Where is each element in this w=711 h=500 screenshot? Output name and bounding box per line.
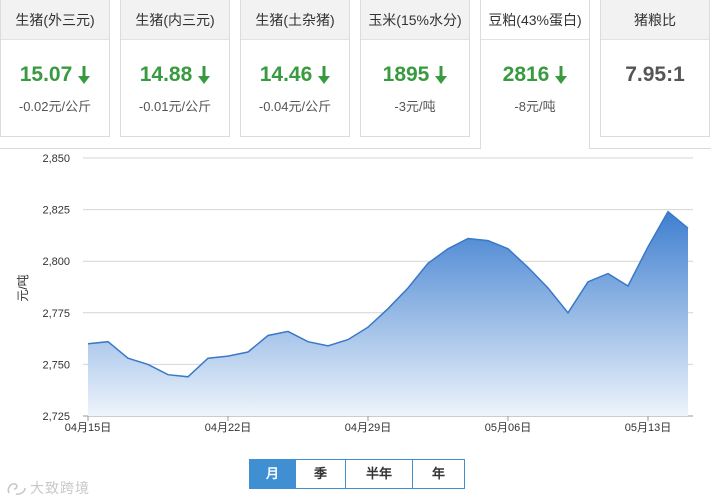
data-point[interactable]: [106, 339, 111, 344]
data-point[interactable]: [606, 271, 611, 276]
data-point[interactable]: [286, 329, 291, 334]
data-point[interactable]: [666, 209, 671, 214]
watermark-logo-icon: [7, 483, 26, 496]
arrow-down-icon: [198, 66, 211, 85]
data-point[interactable]: [486, 238, 491, 243]
x-tick-label: 05月13日: [625, 422, 671, 434]
card-value: 15.07: [1, 62, 109, 88]
data-point[interactable]: [186, 374, 191, 379]
card-hog-waisanyuan[interactable]: 生猪(外三元) 15.07 -0.02元/公斤: [0, 0, 110, 137]
data-point[interactable]: [306, 339, 311, 344]
data-point[interactable]: [86, 341, 91, 346]
data-point[interactable]: [686, 226, 691, 231]
card-change: -3元/吨: [394, 99, 436, 114]
data-point[interactable]: [466, 236, 471, 241]
card-price: 14.46: [259, 63, 313, 86]
card-value: 1895: [361, 62, 469, 88]
x-tick-label: 04月15日: [65, 422, 111, 434]
period-halfyear-button[interactable]: 半年: [346, 460, 413, 488]
data-point[interactable]: [326, 343, 331, 348]
x-tick-label: 04月22日: [205, 422, 251, 434]
data-point[interactable]: [626, 284, 631, 289]
period-quarter-button[interactable]: 季: [296, 460, 346, 488]
data-point[interactable]: [546, 286, 551, 291]
period-year-button[interactable]: 年: [413, 460, 464, 488]
data-point[interactable]: [386, 306, 391, 311]
price-cards: 生猪(外三元) 15.07 -0.02元/公斤 生猪(内三元) 14.88 -0…: [0, 0, 711, 150]
card-hog-tuzazhu[interactable]: 生猪(土杂猪) 14.46 -0.04元/公斤: [240, 0, 350, 137]
card-title: 玉米(15%水分): [361, 0, 469, 40]
data-point[interactable]: [426, 261, 431, 266]
data-point[interactable]: [126, 356, 131, 361]
card-title: 豆粕(43%蛋白): [481, 0, 589, 40]
arrow-down-icon: [78, 66, 91, 85]
data-point[interactable]: [146, 362, 151, 367]
card-hog-neisanyuan[interactable]: 生猪(内三元) 14.88 -0.01元/公斤: [120, 0, 230, 137]
price-chart: 2,7252,7502,7752,8002,8252,85004月15日 04月2…: [16, 153, 693, 434]
card-change: -8元/吨: [514, 99, 556, 114]
cards-divider: [0, 148, 711, 149]
data-point[interactable]: [246, 350, 251, 355]
data-point[interactable]: [526, 265, 531, 270]
card-title: 猪粮比: [601, 0, 709, 40]
data-point[interactable]: [166, 372, 171, 377]
y-tick-label: 2,825: [42, 205, 70, 217]
card-title: 生猪(土杂猪): [241, 0, 349, 40]
y-tick-label: 2,850: [42, 153, 70, 165]
arrow-down-icon: [435, 66, 448, 85]
card-soybean-meal[interactable]: 豆粕(43%蛋白) 2816 -8元/吨: [480, 0, 590, 149]
data-point[interactable]: [406, 286, 411, 291]
card-value: 2816: [481, 62, 589, 88]
data-point[interactable]: [646, 244, 651, 249]
card-price: 14.88: [139, 63, 193, 86]
data-point[interactable]: [566, 310, 571, 315]
x-tick-label: 04月29日: [345, 422, 391, 434]
watermark-text: 大致跨境: [30, 480, 90, 496]
arrow-down-icon: [555, 66, 568, 85]
data-point[interactable]: [266, 333, 271, 338]
x-tick-label: 05月06日: [485, 422, 531, 434]
card-hog-grain-ratio[interactable]: 猪粮比 7.95:1: [600, 0, 710, 137]
area-fill: [88, 211, 688, 416]
arrow-down-icon: [318, 66, 331, 85]
watermark: 大致跨境: [6, 478, 90, 498]
card-value: 7.95:1: [625, 63, 685, 86]
data-point[interactable]: [586, 279, 591, 284]
card-title: 生猪(外三元): [1, 0, 109, 40]
y-tick-label: 2,775: [42, 308, 70, 320]
card-title: 生猪(内三元): [121, 0, 229, 40]
data-point[interactable]: [346, 337, 351, 342]
card-price: 1895: [382, 63, 430, 86]
card-value: 14.88: [121, 62, 229, 88]
data-point[interactable]: [506, 246, 511, 251]
data-point[interactable]: [206, 356, 211, 361]
card-corn[interactable]: 玉米(15%水分) 1895 -3元/吨: [360, 0, 470, 137]
data-point[interactable]: [226, 354, 231, 359]
card-change: -0.01元/公斤: [138, 99, 212, 114]
period-month-button[interactable]: 月: [250, 460, 296, 488]
card-value: 14.46: [241, 62, 349, 88]
card-change: -0.02元/公斤: [18, 99, 92, 114]
card-price: 15.07: [19, 63, 73, 86]
period-selector: 月 季 半年 年: [249, 459, 465, 489]
y-tick-label: 2,800: [42, 256, 70, 268]
y-tick-label: 2,750: [42, 359, 70, 371]
data-point[interactable]: [366, 325, 371, 330]
card-change: -0.04元/公斤: [258, 99, 332, 114]
card-price: 2816: [502, 63, 550, 86]
y-axis-label: 元/吨: [16, 274, 30, 301]
data-point[interactable]: [446, 246, 451, 251]
